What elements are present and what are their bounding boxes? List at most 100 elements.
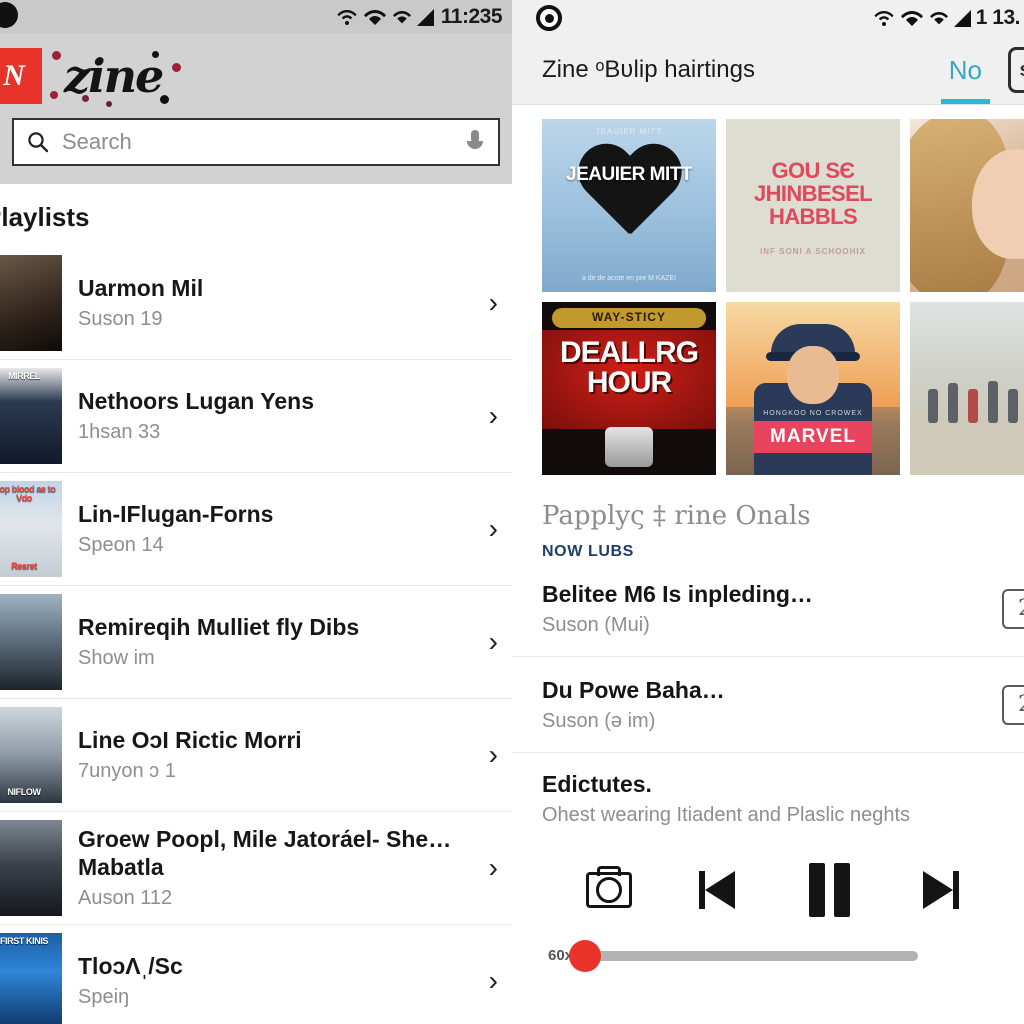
chevron-right-icon[interactable]: › <box>489 513 498 545</box>
track-list: Belitee M6 Is inpleding… Suson (Mui) 2 D… <box>512 561 1024 827</box>
photo-figure <box>948 383 958 423</box>
photo-figure <box>968 389 978 423</box>
grid-item-poster[interactable]: JEAUIER MITT JEAUIER MITT a de de acote … <box>542 119 716 292</box>
section-title: Playlists <box>0 202 90 232</box>
list-item-thumbnail: FIRST KINIS <box>0 933 62 1024</box>
thumbnail-art-top-text: I top blood ae to Vdo <box>0 484 56 504</box>
chevron-right-icon[interactable]: › <box>489 287 498 319</box>
now-playing-label: NOW LUBS <box>542 543 634 560</box>
chevron-right-icon[interactable]: › <box>489 400 498 432</box>
list-item[interactable]: Groew Poopl, Mile Jatorа́el- She… Mabatl… <box>0 812 512 925</box>
poster-title: GOU SЄ JHINBESEL HABBLS <box>753 158 873 230</box>
list-item[interactable]: MIRREL Nethoors Lugan Yens 1hsan 33 › <box>0 360 512 473</box>
search-icon <box>28 132 49 153</box>
list-item-text: TloɔΛˌ/Sc Speiŋ <box>62 953 512 1009</box>
poster-top-text: JEAUIER MITT <box>595 127 663 136</box>
next-icon <box>919 871 959 909</box>
list-item-text: Remireqih Mulliet fly Dibs Show im <box>62 614 512 670</box>
heart-icon <box>575 146 683 244</box>
decor-dot <box>172 63 181 72</box>
extra-row: Edictutes. Ohest wearing Itiadent and Pl… <box>512 753 1024 827</box>
right-status-bar: 1 13. <box>512 0 1024 36</box>
track-subtitle: Suson (Mui) <box>542 613 650 636</box>
search-bar[interactable]: Search <box>12 118 500 166</box>
list-item-thumbnail <box>0 820 62 916</box>
progress-slider-row: 60х <box>512 917 1024 972</box>
list-item-text: Lin-IFlugan-Forns Speon 14 <box>62 501 512 557</box>
pause-button[interactable] <box>774 863 884 917</box>
photo-head <box>787 346 839 404</box>
camera-button[interactable] <box>554 872 664 908</box>
list-item[interactable]: NIFLOW Line OɔI Rictic Morri 7unyon ɔ 1 … <box>0 699 512 812</box>
extra-subtitle: Ohest wearing Itiadent and Plaslic neght… <box>542 804 910 826</box>
previous-button[interactable] <box>664 871 774 909</box>
list-item[interactable]: Uarmon Mil Suson 19 › <box>0 247 512 360</box>
grid-item-photo[interactable] <box>910 302 1024 475</box>
list-item-subtitle: 7unyon ɔ 1 <box>78 760 176 783</box>
wifi-icon <box>929 12 948 25</box>
decor-dot <box>160 95 169 104</box>
status-icons: 11:235 <box>336 5 503 29</box>
list-item[interactable]: Remireqih Mulliet fly Dibs Show im › <box>0 586 512 699</box>
left-panel: 11:235 N zine Search Playlists <box>0 0 512 1024</box>
grid-item-poster[interactable]: WAY-STICY DEALLRG HOUR <box>542 302 716 475</box>
chevron-right-icon[interactable]: › <box>489 852 498 884</box>
photo-figure <box>1008 389 1018 423</box>
poster-band-text: WAY-STICY <box>592 310 666 324</box>
status-time: 11:235 <box>440 5 503 28</box>
next-button[interactable] <box>884 871 994 909</box>
list-item-text: Uarmon Mil Suson 19 <box>62 275 512 331</box>
tab-no[interactable]: No <box>935 36 996 104</box>
list-item-subtitle: Show im <box>78 647 155 670</box>
decor-dot <box>50 91 58 99</box>
play-button[interactable] <box>994 866 1024 914</box>
chevron-right-icon[interactable]: › <box>489 739 498 771</box>
progress-slider[interactable] <box>569 939 918 972</box>
photo-figure <box>928 389 938 423</box>
list-item-subtitle: Speiŋ <box>78 986 130 1009</box>
search-input[interactable]: Search <box>62 129 452 155</box>
chevron-right-icon[interactable]: › <box>489 626 498 658</box>
eye-icon <box>536 5 562 31</box>
list-item-title: Line OɔI Rictic Morri <box>78 726 302 753</box>
list-item-title: Lin-IFlugan-Forns <box>78 500 274 527</box>
track-row[interactable]: Du Powe Baha… Suson (ǝ im) 2 <box>512 657 1024 753</box>
track-row[interactable]: Belitee M6 Is inpleding… Suson (Mui) 2 <box>512 561 1024 657</box>
right-tab-bar: Zine ᵒBʋlip hairtings No s <box>512 36 1024 105</box>
media-grid: JEAUIER MITT JEAUIER MITT a de de acote … <box>512 105 1024 475</box>
list-item-thumbnail: MIRREL <box>0 368 62 464</box>
player-controls <box>512 827 1024 917</box>
chevron-right-icon[interactable]: › <box>489 965 498 997</box>
grid-item-photo[interactable]: HONGKOO NO CROWEX MARVEL <box>726 302 900 475</box>
track-badge[interactable]: 2 <box>1002 588 1024 629</box>
track-text: Belitee M6 Is inpleding… Suson (Mui) <box>542 581 1002 637</box>
thumbnail-art-bottom-text: Resret <box>11 560 37 571</box>
wifi-icon <box>900 11 923 26</box>
tab-no-label: No <box>948 54 982 85</box>
photo-shirt-text: HONGKOO NO CROWEX <box>763 410 863 417</box>
grid-item-photo[interactable] <box>910 119 1024 292</box>
wifi-icon <box>337 10 357 25</box>
decor-dot <box>106 101 112 107</box>
decor-dot <box>152 51 159 58</box>
tab-active-underline <box>940 99 990 104</box>
track-title: Belitee M6 Is inpleding… <box>542 580 813 607</box>
grid-item-poster[interactable]: GOU SЄ JHINBESEL HABBLS INF SONI A SCHOO… <box>726 119 900 292</box>
list-item-subtitle: Speon 14 <box>78 534 164 557</box>
track-title: Du Powe Baha… <box>542 676 725 703</box>
wifi-icon <box>392 11 411 24</box>
track-badge[interactable]: 2 <box>1002 684 1024 725</box>
list-item-text: Line OɔI Rictic Morri 7unyon ɔ 1 <box>62 727 512 783</box>
section-heading: Papplyς ‡ rine Onals <box>542 501 811 531</box>
poster-title: DEALLRG HOUR <box>560 336 699 399</box>
slider-thumb[interactable] <box>569 939 602 972</box>
poster-bottom-text: a de de acote en pre M KAZEI <box>581 275 677 283</box>
thumbnail-art-bottom-text: NIFLOW <box>7 786 41 797</box>
list-item[interactable]: FIRST KINIS TloɔΛˌ/Sc Speiŋ › <box>0 925 512 1024</box>
left-app-bar: N zine <box>0 34 512 118</box>
app-wordmark-text: zine <box>64 49 164 103</box>
microphone-icon[interactable] <box>464 129 486 155</box>
list-item[interactable]: I top blood ae to Vdo Resret Lin-IFlugan… <box>0 473 512 586</box>
tab-overflow-button[interactable]: s <box>1008 47 1024 93</box>
list-item-title: Nethoors Lugan Yens <box>78 387 315 414</box>
